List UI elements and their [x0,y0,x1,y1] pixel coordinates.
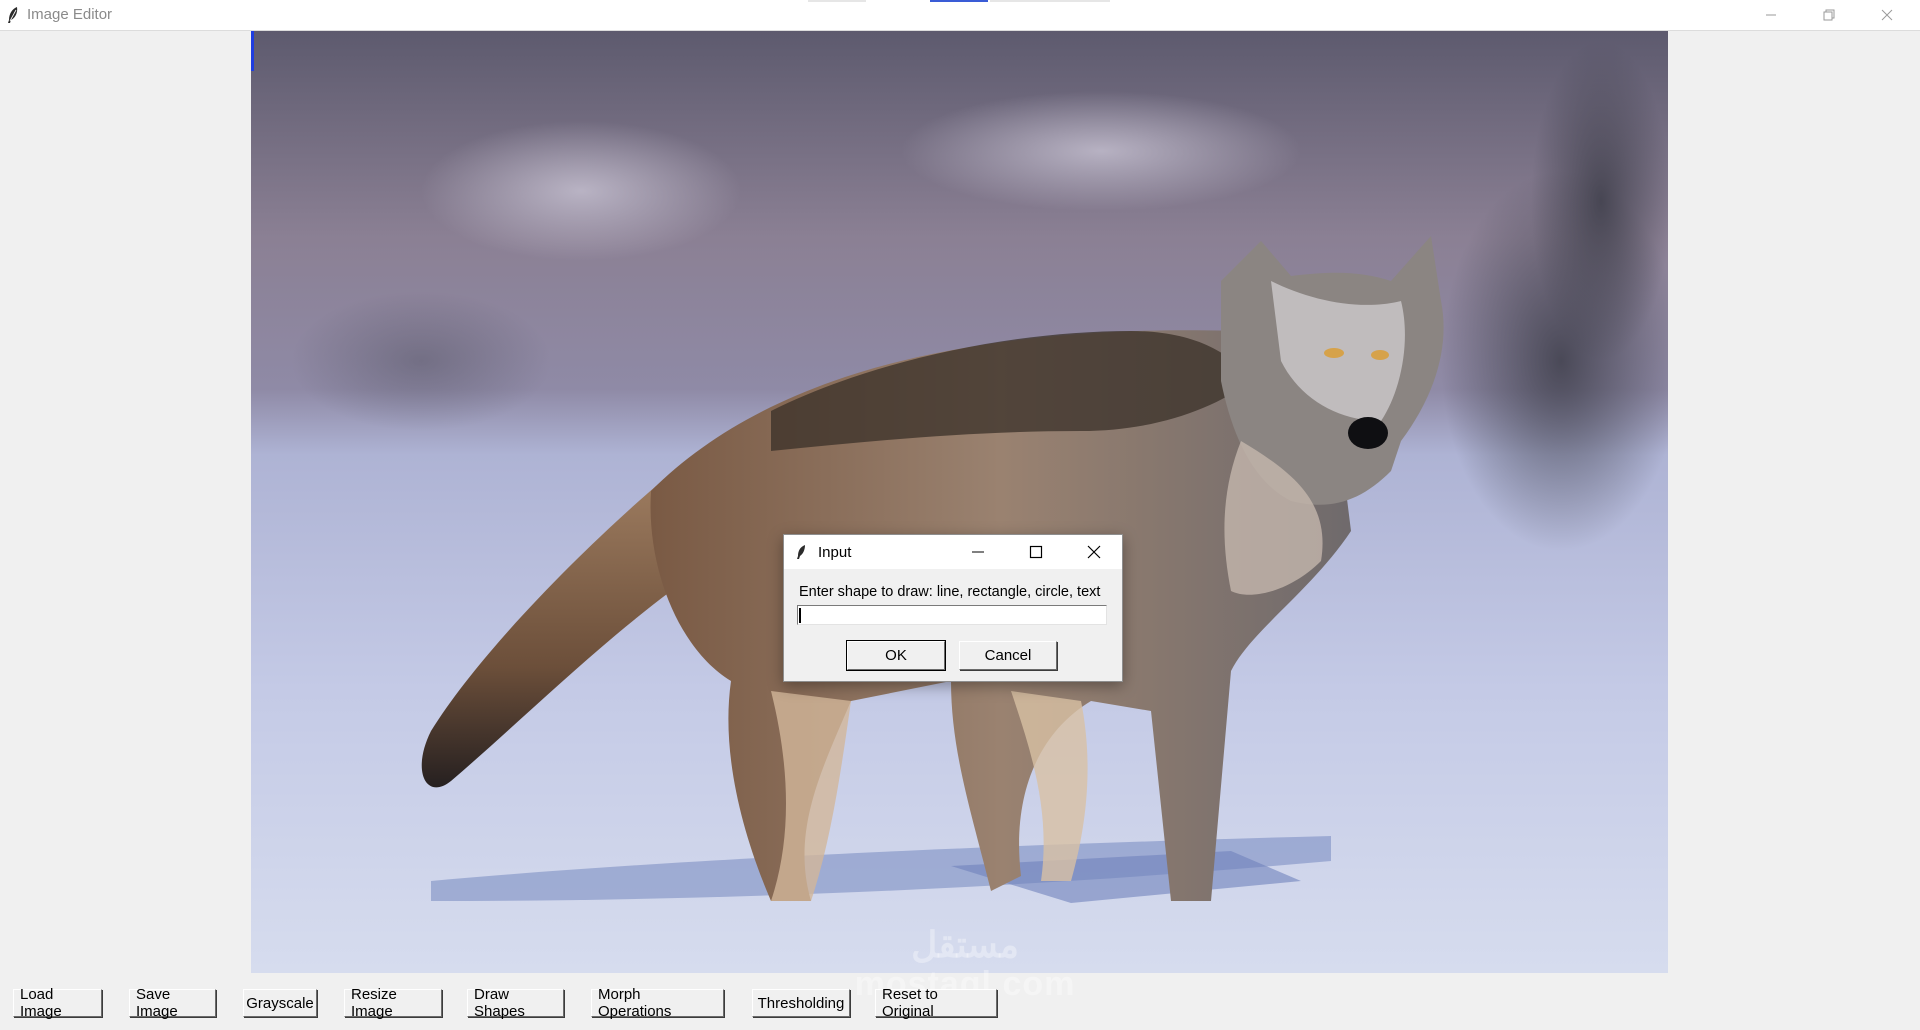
dialog-prompt: Enter shape to draw: line, rectangle, ci… [799,584,1101,600]
text-caret [799,608,801,623]
titlebar-accent [990,0,1110,2]
shape-input[interactable] [797,605,1107,625]
window-titlebar: Image Editor [0,0,1920,31]
watermark-arabic: مستقل [911,924,1019,965]
canvas-edge-marker [251,31,254,71]
dialog-close-button[interactable] [1065,535,1123,569]
maximize-icon [1029,545,1043,559]
close-button[interactable] [1858,0,1916,30]
dialog-maximize-button[interactable] [1007,535,1065,569]
reset-to-original-button[interactable]: Reset to Original [875,986,997,1020]
load-image-button[interactable]: Load Image [13,986,102,1020]
dialog-minimize-button[interactable] [949,535,1007,569]
titlebar-accent [808,0,866,2]
image-canvas[interactable] [251,31,1668,973]
feather-icon [8,7,18,23]
grayscale-button[interactable]: Grayscale [243,989,317,1017]
window-title: Image Editor [27,6,113,23]
titlebar-accent [930,0,988,2]
dialog-titlebar: Input [784,535,1122,569]
close-icon [1881,9,1893,21]
button-toolbar: Load Image Save Image Grayscale Resize I… [0,985,1920,1021]
morph-operations-button[interactable]: Morph Operations [591,986,724,1020]
thresholding-button[interactable]: Thresholding [752,989,850,1017]
minimize-button[interactable] [1742,0,1800,30]
close-icon [1087,545,1101,559]
draw-shapes-button[interactable]: Draw Shapes [467,986,564,1020]
resize-image-button[interactable]: Resize Image [344,986,442,1020]
minimize-icon [1766,14,1776,16]
minimize-icon [972,551,984,553]
input-dialog: Input Enter shape to draw: line, rectang… [783,534,1123,682]
wolf-photo [251,31,1668,973]
restore-icon [1823,9,1835,21]
dialog-title: Input [818,544,852,561]
restore-button[interactable] [1800,0,1858,30]
cancel-button[interactable]: Cancel [959,641,1057,670]
ok-button[interactable]: OK [846,640,946,671]
save-image-button[interactable]: Save Image [129,986,216,1020]
feather-icon [797,545,805,559]
